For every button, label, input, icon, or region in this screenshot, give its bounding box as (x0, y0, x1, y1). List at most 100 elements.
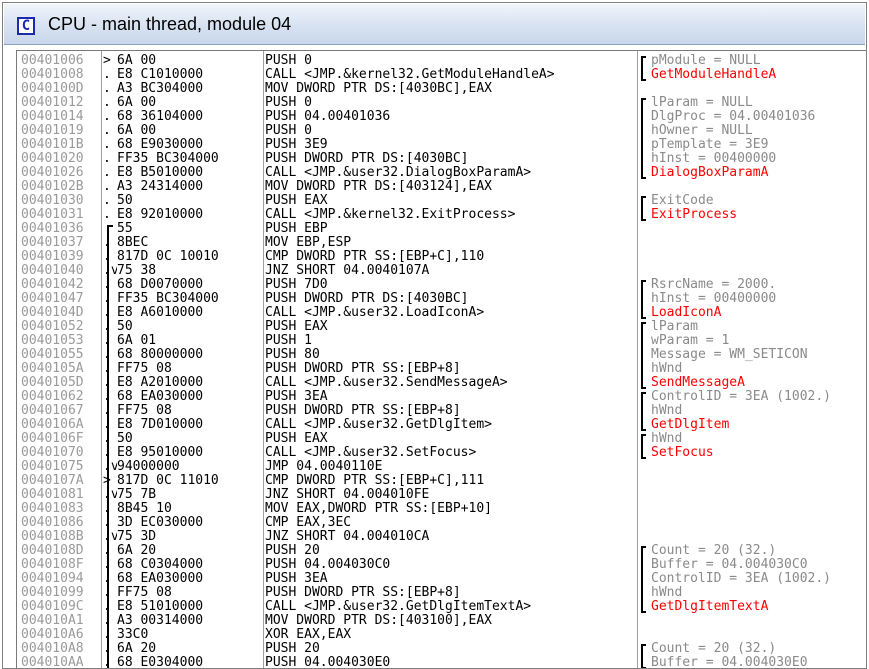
row-jump-marker: . (103, 516, 117, 530)
disasm-row[interactable]: 004010A1.A3 00314000 MOV DWORD PTR DS:[40… (17, 614, 866, 628)
disasm-row[interactable]: 00401083.8B45 10 MOV EAX,DWORD PTR SS:[EB… (17, 502, 866, 516)
row-address: 00401040 (21, 264, 84, 278)
row-hex-dump: A3 00314000 (117, 614, 204, 628)
disasm-row[interactable]: 00401099.FF75 08 PUSH DWORD PTR SS:[EBP+8… (17, 586, 866, 600)
disasm-row[interactable]: 0040108B .v75 3D JNZ SHORT 04.004010CA (17, 530, 866, 544)
row-jump-marker: . (103, 642, 117, 656)
row-comment: SendMessageA (651, 376, 745, 390)
row-disassembly: CALL <JMP.&user32.LoadIconA> (265, 306, 485, 320)
row-comment: Message = WM_SETICON (651, 348, 808, 362)
row-disassembly: PUSH EAX (265, 432, 328, 446)
row-jump-marker: > (103, 474, 117, 488)
row-jump-marker: . (103, 250, 117, 264)
row-address: 00401036 (21, 222, 84, 236)
disasm-row[interactable]: 0040104D.E8 A6010000 CALL <JMP.&user32.Lo… (17, 306, 866, 320)
row-disassembly: PUSH 3E9 (265, 138, 328, 152)
disasm-row[interactable]: 0040107A >817D 0C 11010 CMP DWORD PTR SS:[… (17, 474, 866, 488)
row-hex-dump: 817D 0C 11010 (117, 474, 219, 488)
argument-brace (641, 280, 646, 319)
disasm-row[interactable]: 00401037.8BEC MOV EBP,ESP (17, 236, 866, 250)
disasm-row[interactable]: 00401039.817D 0C 10010 CMP DWORD PTR SS:[… (17, 250, 866, 264)
row-hex-dump: 50 (117, 320, 133, 334)
disasm-row[interactable]: 00401012. 6A 00 PUSH 0 lParam = NULL (17, 96, 866, 110)
disasm-row[interactable]: 00401094.68 EA030000 PUSH 3EA ControlID = … (17, 572, 866, 586)
disasm-row[interactable]: 00401008. E8 C1010000 CALL <JMP.&kernel32.… (17, 68, 866, 82)
disasm-row[interactable]: 00401075 .vE994000000 JMP 04.0040110E (17, 460, 866, 474)
disasm-row[interactable]: 00401006 >6A 00 PUSH 0 pModule = NULL (17, 54, 866, 68)
row-address: 00401070 (21, 446, 84, 460)
disasm-row[interactable]: 004010AA.68 E0304000 PUSH 04.004030E0 Buff… (17, 656, 866, 669)
row-comment: hWnd (651, 404, 683, 418)
disassembly-pane[interactable]: 00401006 >6A 00 PUSH 0 pModule = NULL 004010… (16, 50, 866, 669)
row-disassembly: XOR EAX,EAX (265, 628, 352, 642)
row-hex-dump: 68 E9030000 (117, 138, 204, 152)
disasm-row[interactable]: 00401067.FF75 08 PUSH DWORD PTR SS:[EBP+8… (17, 404, 866, 418)
row-hex-dump: 75 7B (117, 488, 157, 502)
row-jump-marker: . (103, 82, 111, 96)
disasm-row[interactable]: 0040102B. A3 24314000 MOV DWORD PTR DS:[40… (17, 180, 866, 194)
disasm-row[interactable]: 00401020. FF35 BC304000 PUSH DWORD PTR DS:… (17, 152, 866, 166)
disasm-row[interactable]: 0040105D.E8 A2010000 CALL <JMP.&user32.Se… (17, 376, 866, 390)
argument-brace (641, 56, 646, 81)
row-disassembly: PUSH DWORD PTR SS:[EBP+8] (265, 404, 461, 418)
disasm-row[interactable]: 00401062.68 EA030000 PUSH 3EA ControlID = … (17, 390, 866, 404)
row-hex-dump: 68 EA030000 (117, 390, 204, 404)
disasm-row[interactable]: 00401053.6A 01 PUSH 1 wParam = 1 (17, 334, 866, 348)
disasm-row[interactable]: 004010A6.33C0 XOR EAX,EAX (17, 628, 866, 642)
row-jump-marker: . (103, 362, 117, 376)
row-disassembly: JNZ SHORT 04.0040107A (265, 264, 430, 278)
disasm-row[interactable]: 00401036 55 PUSH EBP (17, 222, 866, 236)
row-jump-marker: . (103, 418, 117, 432)
row-jump-marker: . (103, 432, 117, 446)
row-hex-dump: 75 38 (117, 264, 157, 278)
title-bar[interactable]: C CPU - main thread, module 04 (4, 4, 865, 45)
row-address: 0040101B (21, 138, 84, 152)
disasm-row[interactable]: 00401040 .v75 38 JNZ SHORT 04.0040107A (17, 264, 866, 278)
row-disassembly: PUSH EAX (265, 320, 328, 334)
disasm-row[interactable]: 00401042.68 D0070000 PUSH 7D0 RsrcName = 2… (17, 278, 866, 292)
row-hex-dump: 6A 20 (117, 642, 157, 656)
row-disassembly: PUSH 3EA (265, 390, 328, 404)
row-jump-marker: . (103, 320, 117, 334)
row-disassembly: JNZ SHORT 04.004010FE (265, 488, 430, 502)
row-jump-marker: . (103, 110, 111, 124)
disasm-row[interactable]: 00401014. 68 36104000 PUSH 04.00401036 DlgP… (17, 110, 866, 124)
disasm-row[interactable]: 00401070.E8 95010000 CALL <JMP.&user32.Se… (17, 446, 866, 460)
row-hex-dump: 68 D0070000 (117, 278, 204, 292)
disasm-row[interactable]: 00401019. 6A 00 PUSH 0 hOwner = NULL (17, 124, 866, 138)
disasm-row[interactable]: 00401026. E8 B5010000 CALL <JMP.&user32.Di… (17, 166, 866, 180)
row-disassembly: CALL <JMP.&user32.GetDlgItemTextA> (265, 600, 532, 614)
disasm-row[interactable]: 0040101B. 68 E9030000 PUSH 3E9 pTemplate = … (17, 138, 866, 152)
row-disassembly: PUSH EBP (265, 222, 328, 236)
row-comment: Buffer = 04.004030E0 (651, 656, 808, 669)
disasm-row[interactable]: 0040109C.E8 51010000 CALL <JMP.&user32.Ge… (17, 600, 866, 614)
row-disassembly: MOV DWORD PTR DS:[403100],EAX (265, 614, 492, 628)
row-hex-dump: E8 51010000 (117, 600, 204, 614)
disasm-row[interactable]: 00401081 .v75 7B JNZ SHORT 04.004010FE (17, 488, 866, 502)
row-address: 00401055 (21, 348, 84, 362)
row-address: 0040106F (21, 432, 84, 446)
row-jump-marker: . (103, 68, 111, 82)
disasm-row[interactable]: 00401031. E8 92010000 CALL <JMP.&kernel32.… (17, 208, 866, 222)
disasm-row[interactable]: 004010A8.6A 20 PUSH 20 Count = 20 (32.) (17, 642, 866, 656)
row-address: 00401086 (21, 516, 84, 530)
row-address: 00401006 (21, 54, 84, 68)
disasm-row[interactable]: 0040100D. A3 BC304000 MOV DWORD PTR DS:[40… (17, 82, 866, 96)
row-disassembly: PUSH DWORD PTR SS:[EBP+8] (265, 362, 461, 376)
disasm-row[interactable]: 00401052.50 PUSH EAX lParam (17, 320, 866, 334)
row-jump-marker: .v (103, 264, 117, 278)
disasm-row[interactable]: 00401030. 50 PUSH EAX ExitCode (17, 194, 866, 208)
disasm-row[interactable]: 00401055.68 80000000 PUSH 80 Message = WM_… (17, 348, 866, 362)
disasm-row[interactable]: 0040106A.E8 7D010000 CALL <JMP.&user32.Ge… (17, 418, 866, 432)
row-hex-dump: E8 92010000 (117, 208, 204, 222)
row-address: 004010AA (21, 656, 84, 669)
row-disassembly: PUSH 0 (265, 54, 312, 68)
row-jump-marker: . (103, 194, 111, 208)
disasm-row[interactable]: 00401086.3D EC030000 CMP EAX,3EC (17, 516, 866, 530)
disasm-row[interactable]: 0040106F.50 PUSH EAX hWnd (17, 432, 866, 446)
disasm-row[interactable]: 0040108D.6A 20 PUSH 20 Count = 20 (32.) (17, 544, 866, 558)
disasm-row[interactable]: 0040108F.68 C0304000 PUSH 04.004030C0 Buff… (17, 558, 866, 572)
disasm-row[interactable]: 0040105A.FF75 08 PUSH DWORD PTR SS:[EBP+8… (17, 362, 866, 376)
row-address: 00401081 (21, 488, 84, 502)
disasm-row[interactable]: 00401047.FF35 BC304000 PUSH DWORD PTR DS:… (17, 292, 866, 306)
